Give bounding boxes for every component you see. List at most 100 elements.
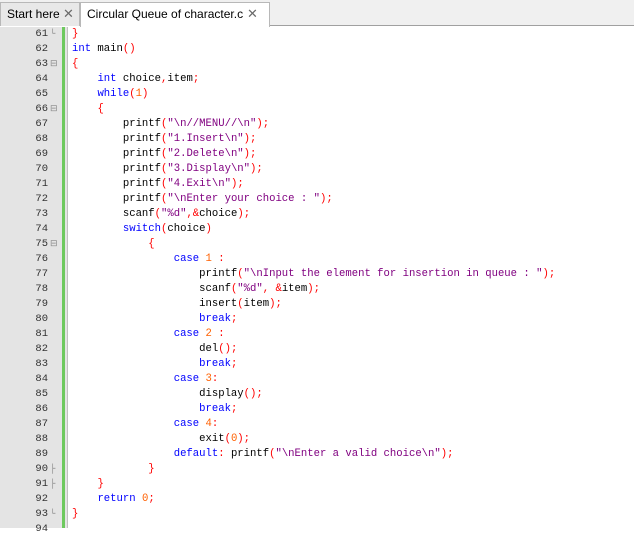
code-line[interactable]: 90 ├ }: [0, 462, 634, 477]
code-line[interactable]: 73 scanf("%d",&choice);: [0, 207, 634, 222]
code-token: ;: [326, 193, 333, 205]
code-line[interactable]: 81 case 2 :: [0, 327, 634, 342]
line-number: 83: [35, 358, 48, 370]
code-token: ;: [548, 268, 556, 280]
code-token: choice: [116, 73, 162, 85]
line-number: 93: [35, 508, 48, 520]
code-token: ;: [243, 433, 251, 445]
code-token: "2.Delete\n": [167, 148, 244, 160]
code-text: case 2 :: [72, 327, 225, 342]
code-token: "\n//MENU//\n": [167, 118, 257, 130]
code-token: printf: [72, 163, 162, 175]
code-token: "\nInput the element for insertion in qu…: [243, 268, 543, 280]
code-text: scanf("%d", &item);: [72, 282, 320, 297]
code-line[interactable]: 85 display();: [0, 387, 634, 402]
line-number: 74: [35, 223, 48, 235]
code-token: ;: [250, 133, 257, 145]
code-lines: 61 └} 62 int main() 63 ⊟{64 int choice,item; 6…: [0, 27, 634, 537]
code-line[interactable]: 67 printf("\n//MENU//\n");: [0, 117, 634, 132]
code-token: int: [72, 43, 92, 55]
code-token: ;: [262, 118, 270, 130]
code-line[interactable]: 68 printf("1.Insert\n");: [0, 132, 634, 147]
code-line[interactable]: 76 case 1 :: [0, 252, 634, 267]
code-line[interactable]: 77 printf("\nInput the element for inser…: [0, 267, 634, 282]
code-line[interactable]: 82 del();: [0, 342, 634, 357]
code-text: printf("1.Insert\n");: [72, 132, 257, 147]
code-line[interactable]: 79 insert(item);: [0, 297, 634, 312]
code-token: :: [218, 328, 225, 340]
code-text: }: [72, 507, 78, 522]
code-text: }: [72, 477, 103, 492]
line-number: 81: [35, 328, 48, 340]
line-number: 86: [35, 403, 48, 415]
code-text: {: [72, 102, 104, 117]
tab-circular-queue-file[interactable]: Circular Queue of character.c ✕: [80, 2, 270, 27]
code-line[interactable]: 69 printf("2.Delete\n");: [0, 147, 634, 162]
code-token: ;: [256, 388, 263, 400]
code-line[interactable]: 75 ⊟ {: [0, 237, 634, 252]
code-line[interactable]: 83 break;: [0, 357, 634, 372]
code-token: {: [148, 238, 155, 250]
code-line[interactable]: 93 └}: [0, 507, 634, 522]
code-token: ;: [250, 148, 257, 160]
code-line[interactable]: 74 switch(choice): [0, 222, 634, 237]
close-icon[interactable]: ✕: [247, 3, 258, 25]
close-icon[interactable]: ✕: [63, 3, 74, 25]
code-line[interactable]: 91 ├ }: [0, 477, 634, 492]
code-token: case: [173, 418, 200, 430]
code-line[interactable]: 86 break;: [0, 402, 634, 417]
code-token: "1.Insert\n": [167, 133, 244, 145]
code-text: printf("\nEnter your choice : ");: [72, 192, 333, 207]
code-text: }: [72, 462, 154, 477]
code-line[interactable]: 61 └}: [0, 27, 634, 42]
code-line[interactable]: 92 return 0;: [0, 492, 634, 507]
line-number: 88: [35, 433, 48, 445]
code-token: printf: [72, 193, 162, 205]
code-token: , &: [262, 283, 282, 295]
code-line[interactable]: 94: [0, 522, 634, 537]
code-token: ;: [230, 358, 238, 370]
code-line[interactable]: 70 printf("3.Display\n");: [0, 162, 634, 177]
fold-guide-icon: └: [50, 29, 56, 39]
code-token: {: [97, 103, 104, 115]
code-line[interactable]: 88 exit(0);: [0, 432, 634, 447]
code-token: {: [72, 58, 79, 70]
code-text: case 3:: [72, 372, 219, 387]
code-line[interactable]: 71 printf("4.Exit\n");: [0, 177, 634, 192]
code-text: int choice,item;: [72, 72, 199, 87]
code-token: ;: [230, 403, 238, 415]
line-number: 94: [35, 523, 48, 535]
code-line[interactable]: 89 default: printf("\nEnter a valid choi…: [0, 447, 634, 462]
code-line[interactable]: 62 int main(): [0, 42, 634, 57]
tab-start-here[interactable]: Start here ✕: [0, 2, 80, 26]
fold-toggle-icon[interactable]: ⊟: [50, 102, 64, 117]
code-token: :: [211, 373, 219, 385]
code-line[interactable]: 78 scanf("%d", &item);: [0, 282, 634, 297]
fold-toggle-icon[interactable]: ⊟: [50, 57, 64, 72]
code-line[interactable]: 64 int choice,item;: [0, 72, 634, 87]
code-line[interactable]: 84 case 3:: [0, 372, 634, 387]
code-token: printf: [72, 148, 162, 160]
code-line[interactable]: 80 break;: [0, 312, 634, 327]
code-editor[interactable]: 61 └} 62 int main() 63 ⊟{64 int choice,item; 6…: [0, 27, 634, 535]
line-number: 77: [35, 268, 48, 280]
line-number: 82: [35, 343, 48, 355]
line-number: 71: [35, 178, 48, 190]
code-line[interactable]: 63 ⊟ {: [0, 57, 634, 72]
code-line[interactable]: 66 ⊟ {: [0, 102, 634, 117]
code-token: exit: [72, 433, 225, 445]
code-line[interactable]: 87 case 4:: [0, 417, 634, 432]
code-line[interactable]: 65 while(1): [0, 87, 634, 102]
code-token: "%d": [161, 208, 187, 220]
code-token: printf: [72, 133, 162, 145]
line-number: 75: [35, 238, 48, 250]
code-token: (): [122, 43, 136, 55]
code-token: ;: [256, 163, 263, 175]
code-text: break;: [72, 402, 237, 417]
code-line[interactable]: 72 printf("\nEnter your choice : ");: [0, 192, 634, 207]
fold-toggle-icon[interactable]: ⊟: [50, 237, 64, 252]
